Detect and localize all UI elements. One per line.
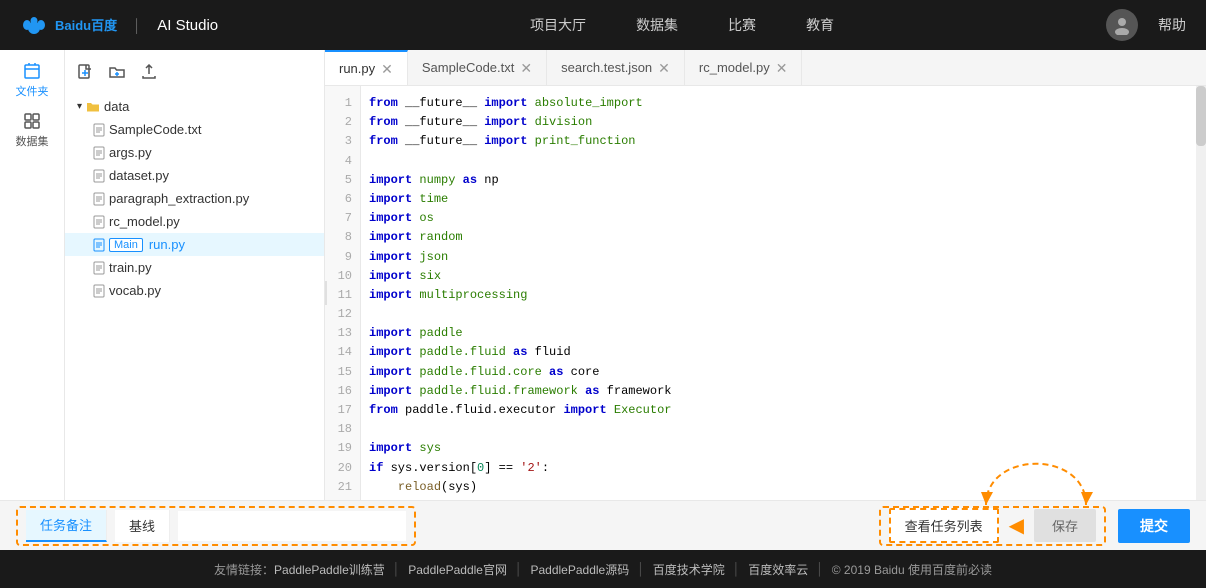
file-paragraphextraction-label: paragraph_extraction.py: [109, 191, 249, 206]
footer-sep-1: │: [393, 562, 401, 576]
task-input[interactable]: [178, 511, 406, 541]
file-rcmodelpy-label: rc_model.py: [109, 214, 180, 229]
footer-prefix: 友情链接：: [214, 561, 274, 578]
footer-copyright: © 2019 Baidu 使用百度前必读: [832, 561, 992, 578]
logo: Baidu百度 │ AI Studio: [20, 14, 218, 36]
submit-button[interactable]: 提交: [1118, 509, 1190, 543]
sidebar-datasets-label: 数据集: [16, 133, 49, 149]
new-file-button[interactable]: [75, 62, 95, 87]
footer-link-paddle-training[interactable]: PaddlePaddle训练营: [274, 561, 385, 578]
bottom-wrapper: 任务备注 基线 查看任务列表 ◀ 保存 提交: [0, 500, 1206, 550]
nav-education[interactable]: 教育: [806, 11, 834, 39]
action-buttons-box: 查看任务列表 ◀ 保存: [879, 506, 1106, 546]
file-vocabpy[interactable]: vocab.py: [65, 279, 324, 302]
file-vocabpy-label: vocab.py: [109, 283, 161, 298]
file-tree-toolbar: [65, 58, 324, 95]
tab-samplecode-label: SampleCode.txt: [422, 60, 515, 75]
editor-area: run.py ✕ SampleCode.txt ✕ search.test.js…: [325, 50, 1206, 500]
footer-sep-3: │: [637, 562, 645, 576]
file-runpy[interactable]: Main run.py: [65, 233, 324, 256]
tab-samplecode-close[interactable]: ✕: [520, 61, 532, 75]
bottom-panel: 任务备注 基线 查看任务列表 ◀ 保存 提交: [0, 500, 1206, 550]
save-button[interactable]: 保存: [1034, 509, 1096, 542]
sidebar-files-label: 文件夹: [16, 83, 49, 99]
file-samplecode-label: SampleCode.txt: [109, 122, 202, 137]
collapse-arrow[interactable]: ◀: [325, 281, 327, 305]
file-paragraphextraction[interactable]: paragraph_extraction.py: [65, 187, 324, 210]
tab-runpy[interactable]: run.py ✕: [325, 50, 408, 86]
avatar[interactable]: [1106, 9, 1138, 41]
chevron-down-icon: ▾: [77, 101, 82, 112]
tab-runpy-close[interactable]: ✕: [381, 62, 393, 76]
file-tree: ▾ data SampleCode.txt args.py dataset.py…: [65, 50, 325, 500]
file-trainpy-label: train.py: [109, 260, 152, 275]
tab-rcmodel[interactable]: rc_model.py ✕: [685, 50, 803, 86]
footer-link-baidu-academy[interactable]: 百度技术学院: [653, 561, 725, 578]
tabs-bar: run.py ✕ SampleCode.txt ✕ search.test.js…: [325, 50, 1206, 86]
folder-data-label: data: [104, 99, 129, 114]
tab-rcmodel-close[interactable]: ✕: [776, 61, 788, 75]
sidebar-item-datasets[interactable]: 数据集: [12, 110, 52, 150]
file-datasetpy[interactable]: dataset.py: [65, 164, 324, 187]
footer-link-paddle-source[interactable]: PaddlePaddle源码: [530, 561, 629, 578]
footer: 友情链接： PaddlePaddle训练营 │ PaddlePaddle官网 │…: [0, 550, 1206, 588]
file-samplecode[interactable]: SampleCode.txt: [65, 118, 324, 141]
topnav-menu: 项目大厅 数据集 比赛 教育: [258, 11, 1106, 39]
main-area: 文件夹 数据集: [0, 50, 1206, 500]
tab-searchtestjson-label: search.test.json: [561, 60, 652, 75]
sidebar-item-files[interactable]: 文件夹: [12, 60, 52, 100]
file-runpy-label: run.py: [149, 237, 185, 252]
tag-main: Main: [109, 238, 143, 252]
nav-datasets[interactable]: 数据集: [636, 11, 678, 39]
nav-projects[interactable]: 项目大厅: [530, 11, 586, 39]
line-numbers: 1234 5678 9101112 13141516 17181920 2122…: [325, 86, 361, 500]
file-datasetpy-label: dataset.py: [109, 168, 169, 183]
baseline-tab[interactable]: 基线: [115, 510, 170, 542]
logo-baidu: Baidu百度: [20, 14, 117, 36]
code-content[interactable]: from __future__ import absolute_import f…: [361, 86, 1206, 500]
logo-aistudio: AI Studio: [157, 17, 218, 34]
tab-searchtestjson-close[interactable]: ✕: [658, 61, 670, 75]
topnav-right: 帮助: [1106, 9, 1186, 41]
tab-samplecode[interactable]: SampleCode.txt ✕: [408, 50, 547, 86]
new-folder-button[interactable]: [107, 62, 127, 87]
file-argspy-label: args.py: [109, 145, 152, 160]
footer-sep-2: │: [515, 562, 523, 576]
logo-divider: │: [133, 18, 141, 33]
footer-link-paddle-official[interactable]: PaddlePaddle官网: [408, 561, 507, 578]
footer-link-baidu-efficiency[interactable]: 百度效率云: [748, 561, 808, 578]
tab-searchtestjson[interactable]: search.test.json ✕: [547, 50, 685, 86]
topnav: Baidu百度 │ AI Studio 项目大厅 数据集 比赛 教育 帮助: [0, 0, 1206, 50]
file-rcmodelpy[interactable]: rc_model.py: [65, 210, 324, 233]
task-note-tab[interactable]: 任务备注: [26, 510, 107, 542]
tab-runpy-label: run.py: [339, 61, 375, 76]
file-argspy[interactable]: args.py: [65, 141, 324, 164]
scrollbar-thumb[interactable]: [1196, 86, 1206, 146]
nav-competition[interactable]: 比赛: [728, 11, 756, 39]
folder-data[interactable]: ▾ data: [65, 95, 324, 118]
arrow-left-icon: ◀: [1009, 513, 1024, 538]
footer-sep-5: │: [816, 562, 824, 576]
tab-rcmodel-label: rc_model.py: [699, 60, 770, 75]
task-note-box: 任务备注 基线: [16, 506, 416, 546]
scrollbar-track[interactable]: [1196, 86, 1206, 500]
help-link[interactable]: 帮助: [1158, 15, 1186, 35]
file-trainpy[interactable]: train.py: [65, 256, 324, 279]
upload-button[interactable]: [139, 62, 159, 87]
sidebar: 文件夹 数据集: [0, 50, 65, 500]
footer-sep-4: │: [733, 562, 741, 576]
code-editor: ◀ 1234 5678 9101112 13141516 17181920 21…: [325, 86, 1206, 500]
